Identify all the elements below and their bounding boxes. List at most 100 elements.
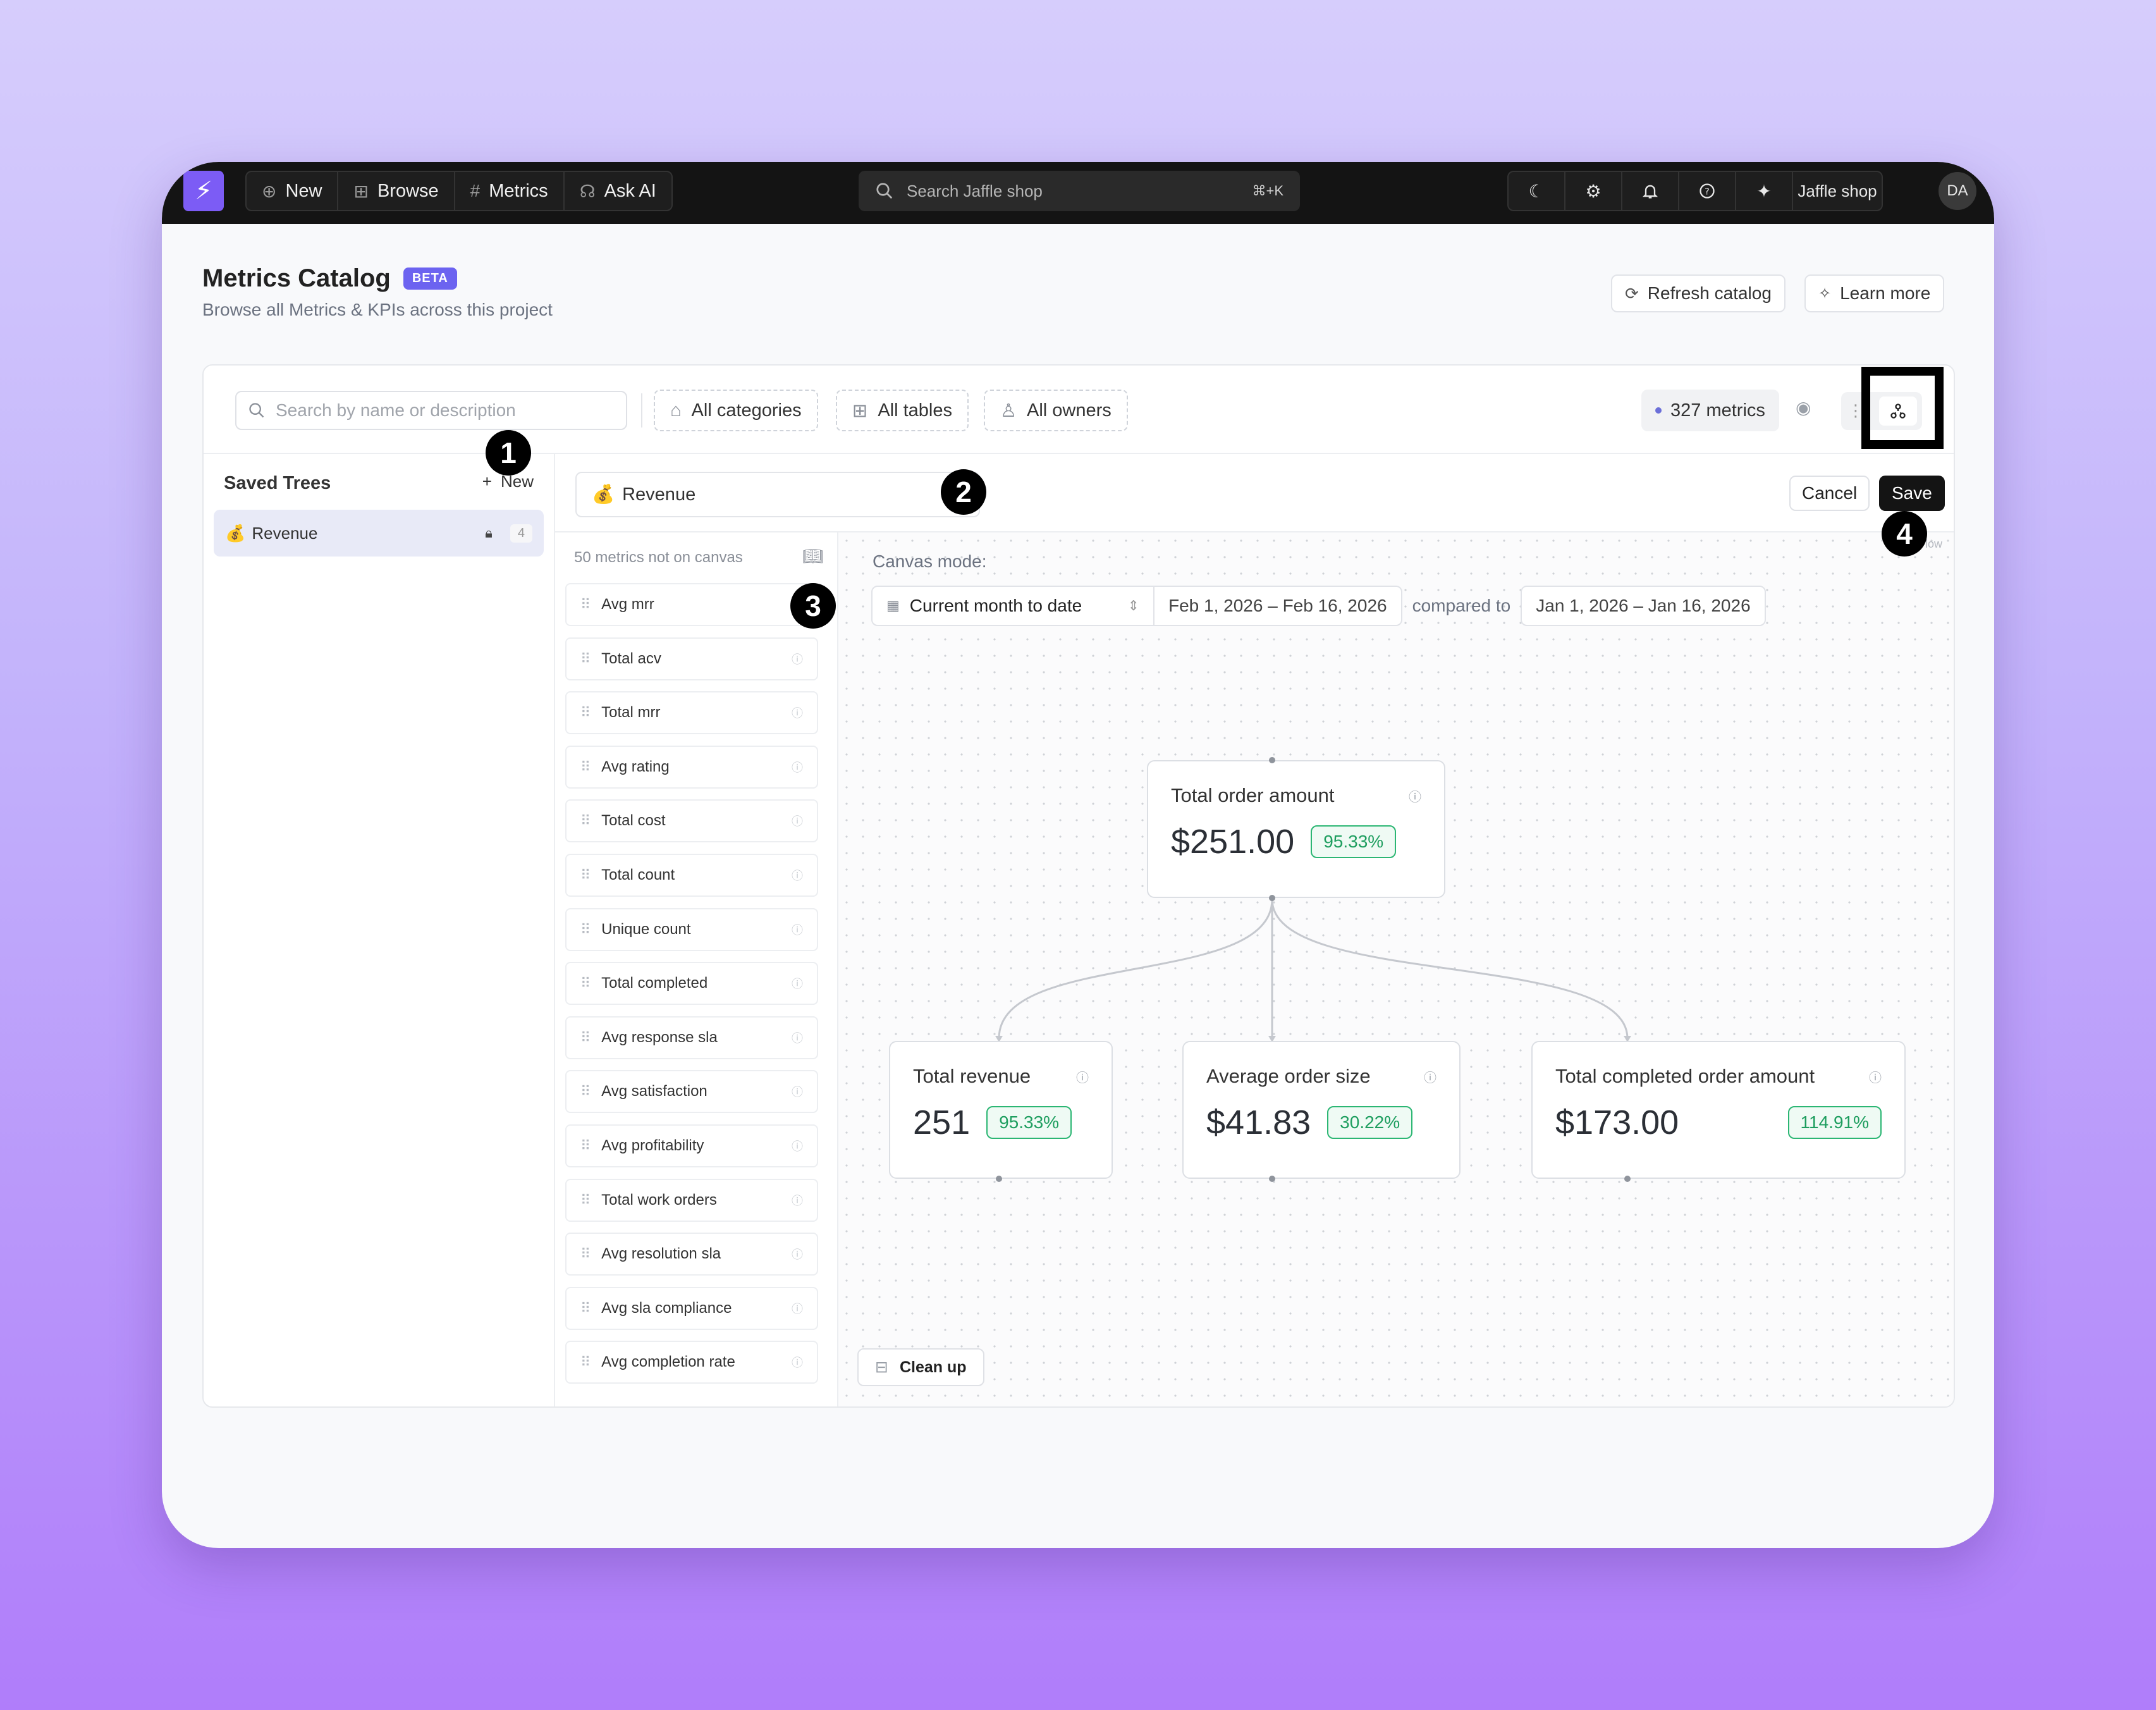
help-button[interactable]: ? [1679,172,1736,210]
nav-metrics-button[interactable]: # Metrics [455,172,565,210]
categories-filter[interactable]: ⌂ All categories [654,390,818,431]
global-search[interactable]: Search Jaffle shop ⌘+K [859,171,1300,211]
info-icon[interactable]: ⓘ [792,867,803,883]
metric-node-total-order-amount[interactable]: Total order amount ⓘ $251.00 95.33% [1147,760,1445,898]
drag-handle-icon[interactable]: ⠿ [580,975,591,992]
drag-handle-icon[interactable]: ⠿ [580,813,591,829]
info-icon[interactable]: ⓘ [1869,1067,1882,1086]
info-icon[interactable]: ⓘ [1076,1067,1089,1086]
moon-icon: ☾ [1528,181,1545,201]
cancel-button[interactable]: Cancel [1789,476,1870,511]
notifications-button[interactable] [1622,172,1679,210]
metric-list-item[interactable]: ⠿ Unique count ⓘ [565,907,818,951]
settings-button[interactable]: ⚙ [1565,172,1622,210]
app-logo[interactable]: ⚡ [183,171,224,211]
nav-new-button[interactable]: ⊕ New [247,172,339,210]
ai-sparkle-button[interactable]: ✦ [1736,172,1793,210]
nav-browse-button[interactable]: ⊞ Browse [338,172,455,210]
info-icon[interactable]: ⓘ [792,921,803,938]
dark-mode-button[interactable]: ☾ [1509,172,1565,210]
drag-handle-icon[interactable]: ⠿ [580,596,591,613]
user-avatar[interactable]: DA [1939,172,1976,210]
nav-new-label: New [285,180,322,201]
clean-up-button[interactable]: ⊟ Clean up [857,1348,984,1386]
node-handle-bottom[interactable] [996,1176,1002,1182]
metric-node-average-order-size[interactable]: Average order size ⓘ $41.83 30.22% [1182,1041,1461,1179]
metric-list-item[interactable]: ⠿ Total completed ⓘ [565,962,818,1006]
drag-handle-icon[interactable]: ⠿ [580,1246,591,1262]
info-icon[interactable]: ⓘ [792,1083,803,1100]
metric-list-item-label: Avg mrr [601,596,654,613]
drag-handle-icon[interactable]: ⠿ [580,921,591,938]
metric-list-item[interactable]: ⠿ Avg sla compliance ⓘ [565,1286,818,1330]
metric-list-item[interactable]: ⠿ Total work orders ⓘ [565,1178,818,1222]
saved-tree-item[interactable]: 💰 Revenue 🔒︎ 4 [214,510,544,557]
utility-nav: ☾ ⚙ ? ✦ Jaffle shop [1507,171,1883,211]
info-icon[interactable]: ⓘ [792,975,803,992]
drag-handle-icon[interactable]: ⠿ [580,759,591,775]
info-icon[interactable]: ⓘ [792,1138,803,1154]
tables-filter[interactable]: ⊞ All tables [836,390,969,431]
refresh-catalog-label: Refresh catalog [1647,283,1772,303]
metric-search-input[interactable]: Search by name or description [235,391,627,430]
owners-filter[interactable]: ♙ All owners [984,390,1128,431]
node-handle-bottom[interactable] [1269,895,1275,901]
node-handle-bottom[interactable] [1624,1176,1631,1182]
metric-list-item[interactable]: ⠿ Avg satisfaction ⓘ [565,1070,818,1114]
learn-more-button[interactable]: ✧ Learn more [1804,274,1945,312]
metric-list-item[interactable]: ⠿ Avg completion rate ⓘ [565,1341,818,1384]
money-bag-icon: 💰 [592,484,615,505]
metric-list-item[interactable]: ⠿ Avg profitability ⓘ [565,1124,818,1167]
tree-name-input[interactable]: 💰 Revenue [575,472,980,517]
metric-list-item[interactable]: ⠿ Avg response sla ⓘ [565,1016,818,1059]
edge-to-total-completed-order-amount [1271,899,1629,1039]
metric-node-total-completed-order-amount[interactable]: Total completed order amount ⓘ $173.00 11… [1531,1041,1906,1179]
info-icon[interactable]: ⓘ [792,1300,803,1317]
metric-list-item-label: Avg rating [601,758,670,775]
info-icon[interactable]: ⓘ [792,1246,803,1262]
info-icon[interactable]: ⓘ [792,651,803,667]
metric-list-item[interactable]: ⠿ Total count ⓘ [565,854,818,897]
metric-list-item[interactable]: ⠿ Avg rating ⓘ [565,745,818,789]
refresh-catalog-button[interactable]: ⟳ Refresh catalog [1611,274,1785,312]
drag-handle-icon[interactable]: ⠿ [580,1354,591,1370]
info-icon[interactable]: ⓘ [792,759,803,775]
step-marker-2: 2 [941,469,986,515]
project-switcher[interactable]: Jaffle shop [1793,172,1882,210]
info-icon[interactable]: ⓘ [792,1192,803,1209]
info-icon[interactable]: ⓘ [1424,1067,1436,1086]
drag-handle-icon[interactable]: ⠿ [580,1138,591,1154]
drag-handle-icon[interactable]: ⠿ [580,1030,591,1046]
metric-node-total-revenue[interactable]: Total revenue ⓘ 251 95.33% [889,1041,1113,1179]
drag-handle-icon[interactable]: ⠿ [580,704,591,721]
metric-list-item[interactable]: ⠿ Avg resolution sla ⓘ [565,1233,818,1276]
info-icon[interactable]: ⓘ [792,704,803,721]
nav-ask-ai-button[interactable]: ☊ Ask AI [565,172,671,210]
drag-handle-icon[interactable]: ⠿ [580,867,591,883]
drag-handle-icon[interactable]: ⠿ [580,1192,591,1209]
metric-list-item[interactable]: ⠿ Total cost ⓘ [565,799,818,843]
drag-handle-icon[interactable]: ⠿ [580,1083,591,1100]
node-value-row: $41.83 30.22% [1206,1103,1436,1142]
drag-handle-icon[interactable]: ⠿ [580,651,591,667]
info-icon[interactable]: ⓘ [1409,787,1421,805]
node-value: $251.00 [1171,823,1295,861]
metric-list-item[interactable]: ⠿ Total mrr ⓘ [565,691,818,735]
tree-canvas[interactable]: Canvas mode: Flow ▦ Current month to dat… [838,532,1954,1406]
money-bag-icon: 💰 [225,523,246,543]
saved-trees-sidebar: Saved Trees + New 💰 Revenue 🔒︎ 4 [204,454,555,1406]
info-icon[interactable]: ⓘ [792,1030,803,1046]
beta-badge: BETA [403,268,457,290]
book-icon[interactable]: 📖︎ [802,546,823,566]
drag-handle-icon[interactable]: ⠿ [580,1300,591,1317]
metric-list-item[interactable]: ⠿Avg mrrⓘ [565,583,818,626]
main-nav: ⊕ New ⊞ Browse # Metrics ☊ Ask AI [245,171,673,211]
node-handle-top[interactable] [1269,757,1275,763]
node-change-badge: 95.33% [1311,825,1397,858]
metric-list-item[interactable]: ⠿ Total acv ⓘ [565,637,818,680]
eye-icon[interactable]: ◉ [1796,397,1811,418]
node-handle-bottom[interactable] [1269,1176,1275,1182]
info-icon[interactable]: ⓘ [792,813,803,829]
save-button[interactable]: Save [1879,476,1945,511]
info-icon[interactable]: ⓘ [792,1354,803,1370]
